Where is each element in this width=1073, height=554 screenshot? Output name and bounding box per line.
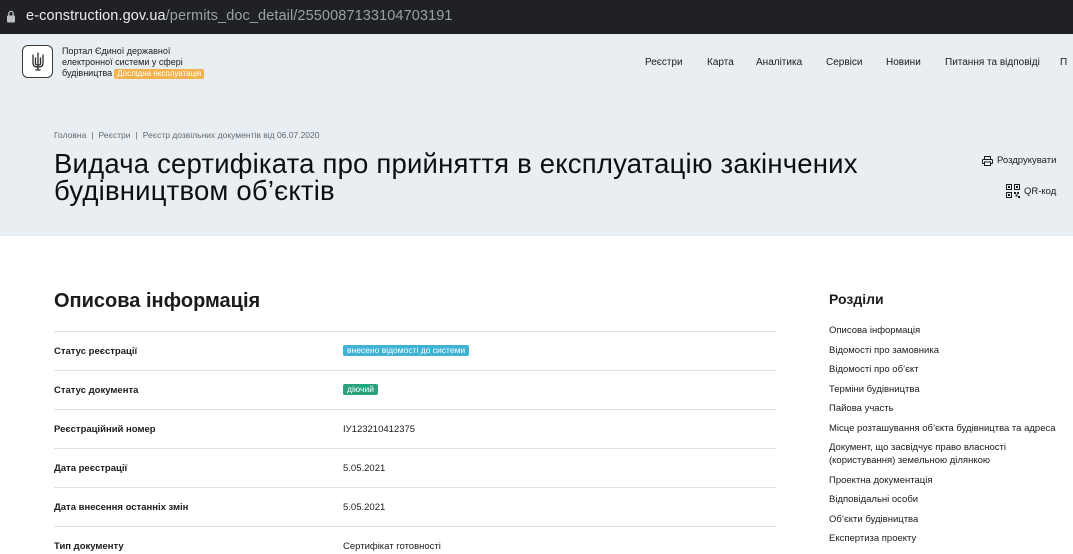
breadcrumb-home[interactable]: Головна [54,130,86,140]
row-value: внесено відомості до системи [343,345,470,356]
qr-code-icon [1006,184,1020,198]
nav-registries[interactable]: Реєстри [645,57,683,68]
row-value: 5.05.2021 [343,463,386,474]
row-value: діючий [343,384,378,395]
row-label: Реєстраційний номер [54,424,156,435]
table-row: Дата реєстрації 5.05.2021 [54,448,776,487]
print-label: Роздрукувати [997,155,1057,166]
nav-map[interactable]: Карта [707,57,734,68]
breadcrumb-current[interactable]: Реєстр дозвільних документів від 06.07.2… [143,130,320,140]
sidebar-item-project-expertise[interactable]: Експертиза проекту [829,532,1069,545]
url-domain: e-construction.gov.ua [26,8,166,24]
nav-news[interactable]: Новини [886,57,921,68]
sidebar-item-land-rights-document[interactable]: Документ, що засвідчує право власності (… [829,441,1054,467]
status-badge: внесено відомості до системи [343,345,470,356]
row-label: Дата внесення останніх змін [54,502,189,513]
portal-line-3: будівництва [62,68,113,78]
breadcrumb: Головна | Реєстри | Реєстр дозвільних докуме… [54,130,320,140]
table-row: Тип документу Сертифікат готовності [54,526,776,554]
browser-address-bar[interactable]: e-construction.gov.ua/permits_doc_detail… [0,0,1073,34]
nav-services[interactable]: Сервіси [826,57,862,68]
sidebar-sections-list: Описова інформація Відомості про замовни… [829,324,1069,552]
url-text[interactable]: e-construction.gov.ua/permits_doc_detail… [26,8,453,24]
sidebar-item-equity-participation[interactable]: Пайова участь [829,402,1069,415]
row-label: Дата реєстрації [54,463,128,474]
portal-line-2: електронної системи у сфері [62,57,183,67]
print-button[interactable]: Роздрукувати [982,155,1056,166]
breadcrumb-separator: | [135,130,138,140]
title-area: Головна | Реєстри | Реєстр дозвільних докуме… [0,90,1073,236]
page-title: Видача сертифіката про прийняття в експл… [54,148,858,206]
sidebar-item-descriptive-info[interactable]: Описова інформація [829,324,1069,337]
row-value: Сертифікат готовності [343,541,441,552]
qr-code-label: QR-код [1024,185,1057,197]
url-path: /permits_doc_detail/2550087133104703191 [165,8,453,24]
table-row: Реєстраційний номер ІУ123210412375 [54,409,776,448]
nav-more[interactable]: П [1060,57,1067,68]
sidebar-item-responsible-persons[interactable]: Відповідальні особи [829,493,1069,506]
test-mode-badge: Дослідна експлуатація [114,69,205,79]
table-row: Дата внесення останніх змін 5.05.2021 [54,487,776,526]
sidebar-item-customer-info[interactable]: Відомості про замовника [829,344,1069,357]
qr-code-button[interactable]: QR-код [1006,184,1056,198]
row-label: Статус документа [54,385,139,396]
sidebar-item-location-address[interactable]: Місце розташування об’єкта будівництва т… [829,422,1069,435]
row-label: Тип документу [54,541,124,552]
section-title-descriptive-info: Описова інформація [54,290,261,312]
sidebar-item-project-documentation[interactable]: Проектна документація [829,474,1069,487]
sidebar-item-object-info[interactable]: Відомості про об’єкт [829,363,1069,376]
breadcrumb-separator: | [91,130,94,140]
sidebar-title: Розділи [829,291,884,307]
site-header: Портал Єдиної державної електронної сист… [0,34,1073,90]
sidebar-item-construction-terms[interactable]: Терміни будівництва [829,383,1069,396]
table-row: Статус реєстрації внесено відомості до с… [54,331,776,370]
lock-icon [7,10,15,23]
row-value: 5.05.2021 [343,502,386,513]
row-label: Статус реєстрації [54,346,138,357]
table-row: Статус документа діючий [54,370,776,409]
printer-icon [982,155,993,166]
portal-line-1: Портал Єдиної державної [62,46,171,56]
nav-analytics[interactable]: Аналітика [756,57,802,68]
breadcrumb-registries[interactable]: Реєстри [99,130,131,140]
sidebar-item-construction-objects[interactable]: Об’єкти будівництва [829,513,1069,526]
portal-name[interactable]: Портал Єдиної державної електронної сист… [62,46,205,79]
row-value: ІУ123210412375 [343,424,416,435]
nav-faq[interactable]: Питання та відповіді [945,57,1040,68]
trident-icon [32,52,44,71]
info-table: Статус реєстрації внесено відомості до с… [54,331,776,554]
site-logo[interactable] [22,45,53,78]
status-badge: діючий [343,384,378,395]
